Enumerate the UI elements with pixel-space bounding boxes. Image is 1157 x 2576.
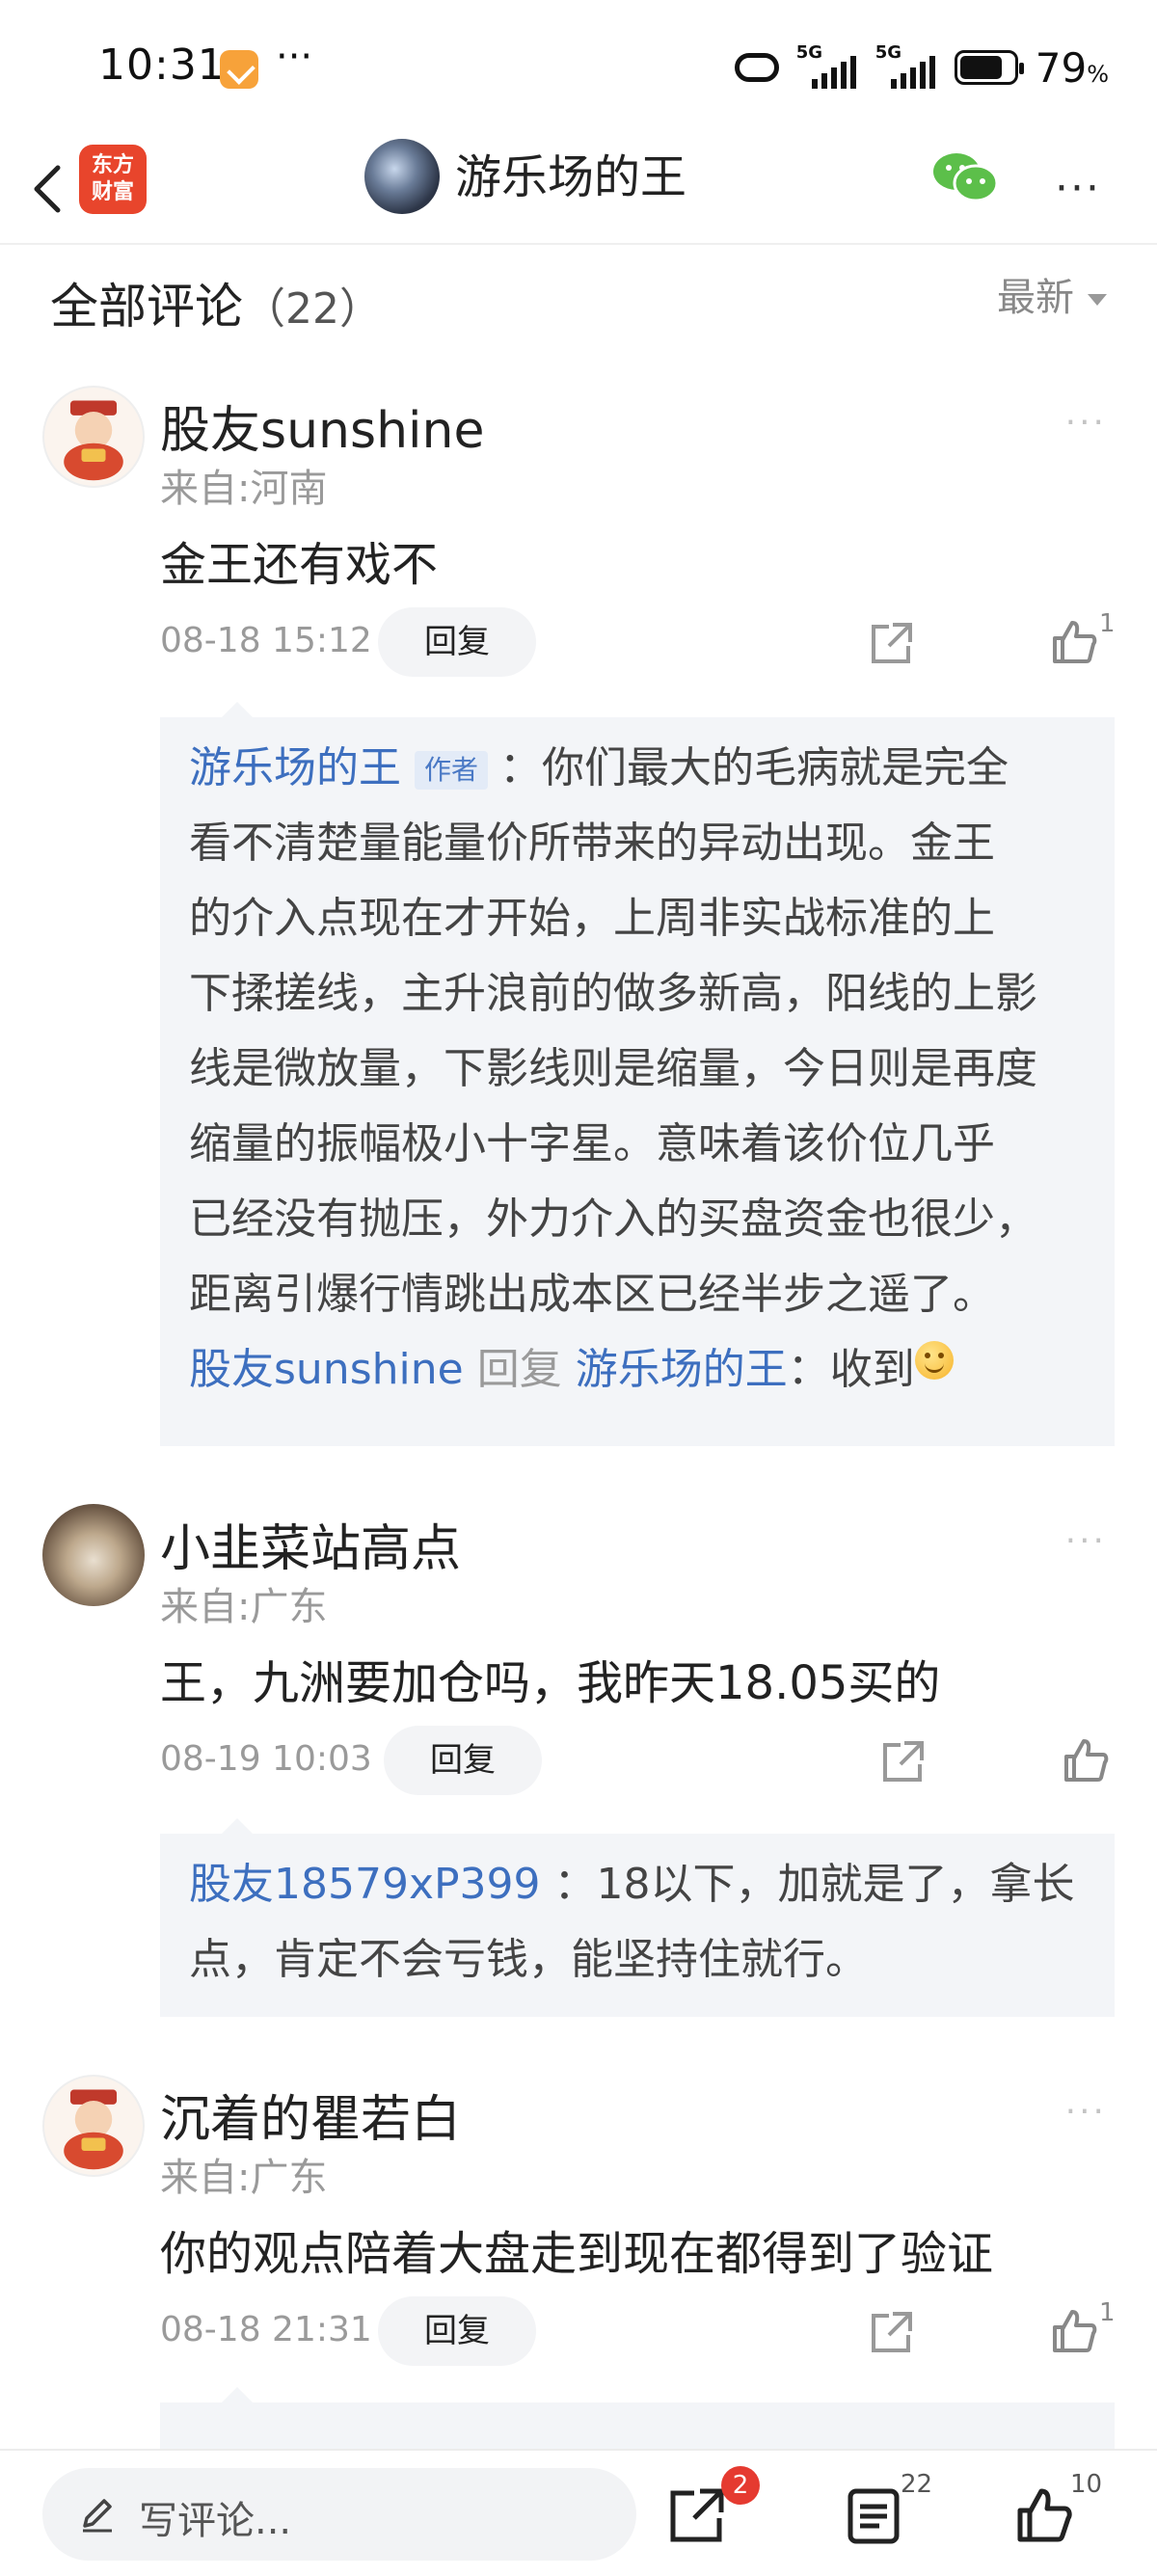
comments-title: 全部评论 [50, 279, 243, 335]
signal-icon: 5G [875, 42, 937, 89]
reply-text-line: 距离引爆行情跳出成本区已经半步之遥了。 [189, 1270, 995, 1319]
comment-more-icon[interactable]: ··· [1065, 403, 1107, 443]
reply-button[interactable]: 回复 [378, 2296, 536, 2366]
reply-author[interactable]: 游乐场的王 [189, 743, 401, 792]
caret-down-icon [1088, 294, 1107, 306]
comment-text[interactable]: 王，九洲要加仓吗，我昨天18.05买的 [160, 1645, 940, 1712]
user-avatar[interactable] [42, 1504, 145, 1606]
user-avatar[interactable] [42, 386, 145, 488]
comment-input[interactable]: 写评论... [42, 2468, 636, 2561]
like-count: 10 [1070, 2470, 1103, 2499]
like-icon[interactable] [1061, 1735, 1111, 1785]
reply-text-line: 下揉搓线，主升浪前的做多新高，阳线的上影 [189, 969, 1037, 1018]
comment-more-icon[interactable]: ··· [1065, 1521, 1107, 1561]
reply-text-line: 线是微放量，下影线则是缩量，今日则是再度 [189, 1044, 1037, 1093]
reply-button[interactable]: 回复 [384, 1726, 542, 1795]
reply-text-line: 点，肯定不会亏钱，能坚持住就行。 [189, 1935, 868, 1984]
back-arrow-icon[interactable] [29, 164, 67, 214]
share-icon[interactable] [879, 1737, 928, 1785]
comment-time: 08-18 21:31 [160, 2310, 372, 2349]
comment-location: 来自:广东 [160, 1585, 328, 1629]
reply-verb: 回复 [476, 1345, 562, 1394]
reply-thread: 游乐场的王 作者 ：你们最大的毛病就是完全 看不清楚量能量价所带来的异动出现。金王 … [160, 702, 1115, 1446]
comment-username[interactable]: 沉着的瞿若白 [160, 2079, 461, 2151]
comment-placeholder: 写评论... [139, 2499, 292, 2543]
reply-button[interactable]: 回复 [378, 607, 536, 677]
reply-thread: 股友18579xP399 ：18以下，加就是了，拿长 点，肯定不会亏钱，能坚持住… [160, 1818, 1115, 2017]
share-icon[interactable] [667, 2485, 727, 2545]
pen-icon [83, 2499, 112, 2533]
reply-text-line: 已经没有抛压，外力介入的买盘资金也很少， [189, 1194, 1037, 1244]
signal-icon: 5G [796, 42, 858, 89]
app-logo[interactable]: 东方 财富 [79, 145, 147, 214]
reply-item[interactable]: 股友18579xP399 ：18以下，加就是了，拿长 [189, 1847, 1088, 1922]
comment-time: 08-18 15:12 [160, 621, 372, 660]
comment-text[interactable]: 金王还有戏不 [160, 526, 438, 594]
reply-item[interactable]: 游乐场的王 作者 ：你们最大的毛病就是完全 [189, 731, 1088, 806]
reply-target[interactable]: 游乐场的王 [576, 1345, 788, 1394]
comment-time: 08-19 10:03 [160, 1739, 372, 1779]
share-badge: 2 [721, 2466, 760, 2505]
reply-item[interactable]: 股友sunshine 回复 游乐场的王：收到 [189, 1332, 1088, 1408]
comments-header: 全部评论（22） 最新 [0, 245, 1157, 341]
comment-username[interactable]: 小韭菜站高点 [160, 1508, 461, 1580]
wechat-share-icon[interactable] [931, 150, 999, 204]
comment-location: 来自:河南 [160, 467, 328, 511]
battery-percent: 79% [1035, 43, 1109, 92]
comment-location: 来自:广东 [160, 2156, 328, 2200]
more-options-icon[interactable]: ··· [1055, 164, 1101, 213]
reply-text-line: 缩量的振幅极小十字星。意味着该价位几乎 [189, 1119, 995, 1168]
status-time: 10:31 [98, 40, 226, 90]
like-count: 1 [1099, 609, 1116, 638]
like-count: 1 [1099, 2298, 1116, 2327]
comment-username[interactable]: 股友sunshine [160, 389, 484, 462]
status-bar: 10:31 ··· 5G 5G 79% [0, 0, 1157, 135]
battery-icon [954, 50, 1024, 85]
comment-more-icon[interactable]: ··· [1065, 2092, 1107, 2132]
reply-text-line: 的介入点现在才开始，上周非实战标准的上 [189, 894, 995, 943]
reply-author[interactable]: 股友18579xP399 [189, 1860, 541, 1909]
top-nav: 东方 财富 游乐场的王 ··· [0, 135, 1157, 245]
author-badge: 作者 [415, 751, 489, 790]
like-icon[interactable] [1014, 2485, 1074, 2545]
page-title[interactable]: 游乐场的王 [455, 145, 686, 210]
reply-text-line: 看不清楚量能量价所带来的异动出现。金王 [189, 818, 995, 868]
comments-count: （22） [243, 284, 382, 334]
more-notifications-icon: ··· [276, 35, 313, 79]
hotspot-icon [734, 53, 779, 82]
smile-emoji-icon [914, 1341, 954, 1380]
comment-text[interactable]: 你的观点陪着大盘走到现在都得到了验证 [160, 2215, 993, 2283]
comment-count: 22 [901, 2470, 933, 2499]
like-icon[interactable] [1049, 617, 1099, 667]
like-icon[interactable] [1049, 2306, 1099, 2356]
app-notification-icon [220, 50, 258, 89]
bottom-action-bar: 写评论... 2 22 10 [0, 2449, 1157, 2576]
sort-dropdown[interactable]: 最新 [997, 266, 1107, 322]
share-icon[interactable] [868, 619, 916, 667]
reply-author[interactable]: 股友sunshine [189, 1345, 464, 1394]
comments-icon[interactable] [845, 2485, 904, 2545]
author-avatar[interactable] [364, 139, 440, 214]
user-avatar[interactable] [42, 2075, 145, 2177]
share-icon[interactable] [868, 2308, 916, 2356]
